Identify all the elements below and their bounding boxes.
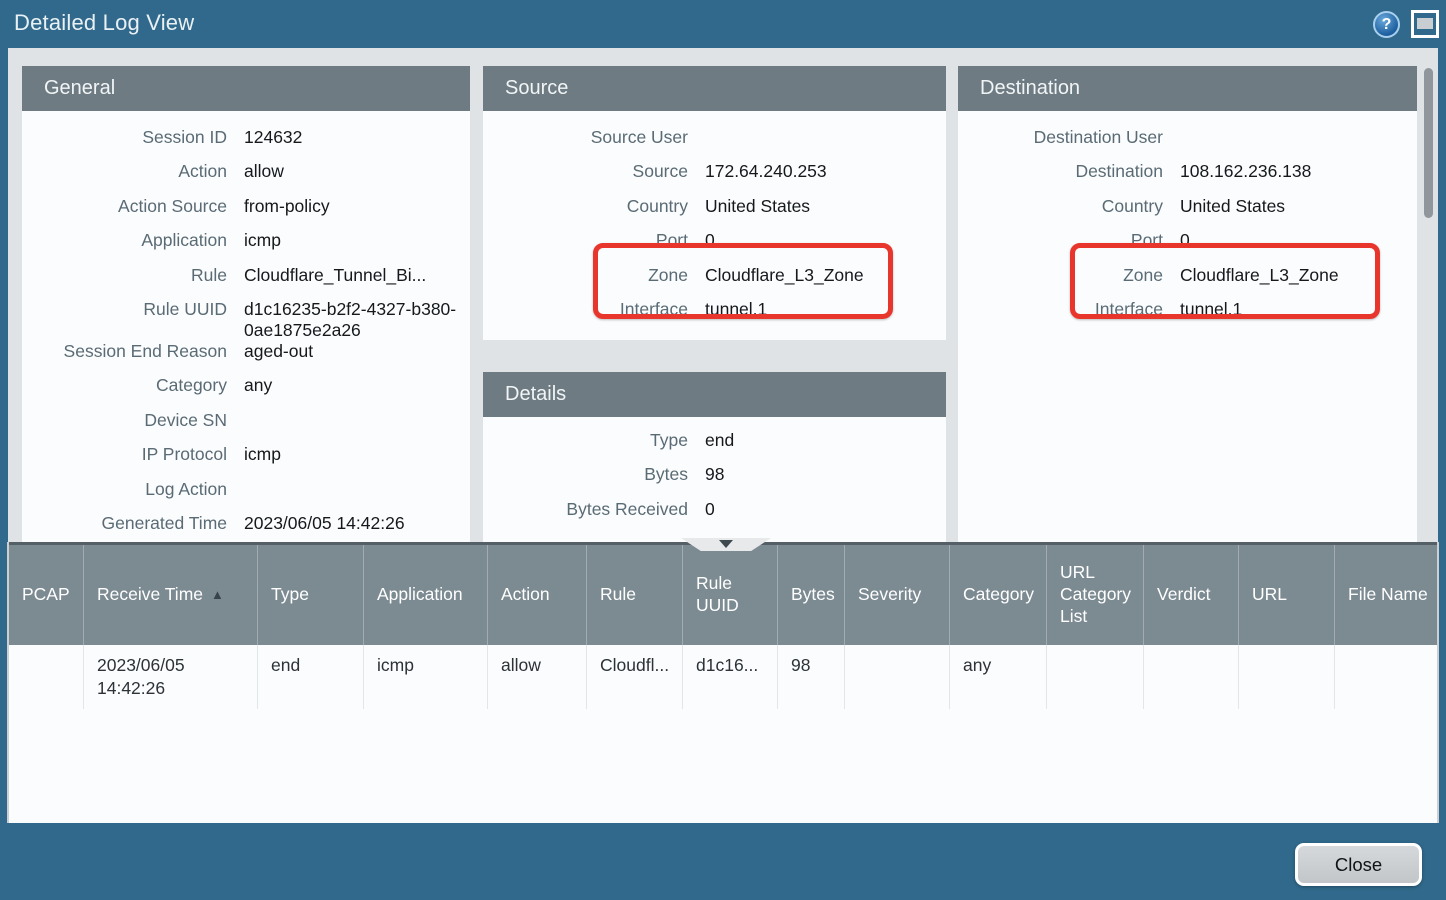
column-header-bytes[interactable]: Bytes (778, 545, 845, 645)
field-row: IP Protocolicmp (22, 444, 470, 478)
field-row: CountryUnited States (958, 196, 1417, 230)
field-row: Log Action (22, 479, 470, 513)
cell-category: any (950, 645, 1047, 709)
column-header-verdict[interactable]: Verdict (1144, 545, 1239, 645)
field-row: Source172.64.240.253 (483, 161, 946, 195)
cell-pcap (9, 645, 84, 709)
details-panel-header: Details (483, 372, 946, 417)
field-row: Rule UUIDd1c16235-b2f2-4327-b380-0ae1875… (22, 299, 470, 341)
column-header-receive-time[interactable]: Receive Time▲ (84, 545, 258, 645)
column-header-application[interactable]: Application (364, 545, 488, 645)
help-icon[interactable]: ? (1373, 11, 1400, 38)
details-panel-body: Typeend Bytes98 Bytes Received0 (483, 417, 946, 533)
field-row: Categoryany (22, 375, 470, 409)
details-panel: Details Typeend Bytes98 Bytes Received0 (483, 372, 946, 543)
general-panel: General Session ID124632 Actionallow Act… (22, 66, 470, 543)
field-row: Bytes Received0 (483, 499, 946, 533)
log-detail-content: General Session ID124632 Actionallow Act… (8, 48, 1438, 543)
field-row: Actionallow (22, 161, 470, 195)
field-row: Applicationicmp (22, 230, 470, 264)
cell-url-category-list (1047, 645, 1144, 709)
vertical-scrollbar-thumb[interactable] (1424, 68, 1433, 218)
source-panel-header: Source (483, 66, 946, 111)
field-row: Source User (483, 127, 946, 161)
cell-rule-uuid: d1c16... (683, 645, 778, 709)
destination-panel-body: Destination User Destination108.162.236.… (958, 111, 1417, 333)
column-header-category[interactable]: Category (950, 545, 1047, 645)
field-row: ZoneCloudflare_L3_Zone (483, 265, 946, 299)
source-panel: Source Source User Source172.64.240.253 … (483, 66, 946, 340)
column-header-severity[interactable]: Severity (845, 545, 950, 645)
column-header-action[interactable]: Action (488, 545, 587, 645)
field-row: Bytes98 (483, 464, 946, 498)
table-header-row: PCAP Receive Time▲ Type Application Acti… (9, 542, 1437, 645)
cell-bytes: 98 (778, 645, 845, 709)
field-row: ZoneCloudflare_L3_Zone (958, 265, 1417, 299)
field-row: Session ID124632 (22, 127, 470, 161)
destination-panel-header: Destination (958, 66, 1417, 111)
cell-file-name (1335, 645, 1441, 709)
close-button[interactable]: Close (1295, 843, 1422, 886)
cell-action: allow (488, 645, 587, 709)
titlebar: Detailed Log View ? (0, 0, 1446, 48)
source-panel-body: Source User Source172.64.240.253 Country… (483, 111, 946, 333)
detailed-log-view-dialog: Detailed Log View ? General Session ID12… (0, 0, 1446, 900)
cell-receive-time: 2023/06/05 14:42:26 (84, 645, 258, 709)
field-row: Port0 (958, 230, 1417, 264)
cell-severity (845, 645, 950, 709)
cell-rule: Cloudfl... (587, 645, 683, 709)
field-row: CountryUnited States (483, 196, 946, 230)
sort-ascending-icon: ▲ (211, 587, 224, 603)
general-panel-header: General (22, 66, 470, 111)
field-row: Action Sourcefrom-policy (22, 196, 470, 230)
field-row: Session End Reasonaged-out (22, 341, 470, 375)
field-row: Interfacetunnel.1 (958, 299, 1417, 333)
column-header-url-category-list[interactable]: URL Category List (1047, 545, 1144, 645)
cell-type: end (258, 645, 364, 709)
field-row: Generated Time2023/06/05 14:42:26 (22, 513, 470, 543)
log-entries-table: PCAP Receive Time▲ Type Application Acti… (7, 542, 1439, 823)
field-row: Typeend (483, 430, 946, 464)
column-header-type[interactable]: Type (258, 545, 364, 645)
log-table-row[interactable]: 2023/06/05 14:42:26 end icmp allow Cloud… (9, 645, 1437, 709)
field-row: Interfacetunnel.1 (483, 299, 946, 333)
cell-url (1239, 645, 1335, 709)
column-header-rule[interactable]: Rule (587, 545, 683, 645)
general-panel-body: Session ID124632 Actionallow Action Sour… (22, 111, 470, 543)
column-header-file-name[interactable]: File Name (1335, 545, 1441, 645)
destination-panel: Destination Destination User Destination… (958, 66, 1417, 543)
field-row: Port0 (483, 230, 946, 264)
column-header-rule-uuid[interactable]: Rule UUID (683, 545, 778, 645)
window-restore-icon[interactable] (1411, 10, 1439, 38)
column-header-url[interactable]: URL (1239, 545, 1335, 645)
dialog-title: Detailed Log View (14, 10, 194, 36)
cell-verdict (1144, 645, 1239, 709)
chevron-down-icon (719, 540, 733, 548)
column-header-pcap[interactable]: PCAP (9, 545, 84, 645)
window-restore-icon-inner (1417, 18, 1433, 29)
field-row: Destination User (958, 127, 1417, 161)
field-row: RuleCloudflare_Tunnel_Bi... (22, 265, 470, 299)
field-row: Device SN (22, 410, 470, 444)
field-row: Destination108.162.236.138 (958, 161, 1417, 195)
cell-application: icmp (364, 645, 488, 709)
